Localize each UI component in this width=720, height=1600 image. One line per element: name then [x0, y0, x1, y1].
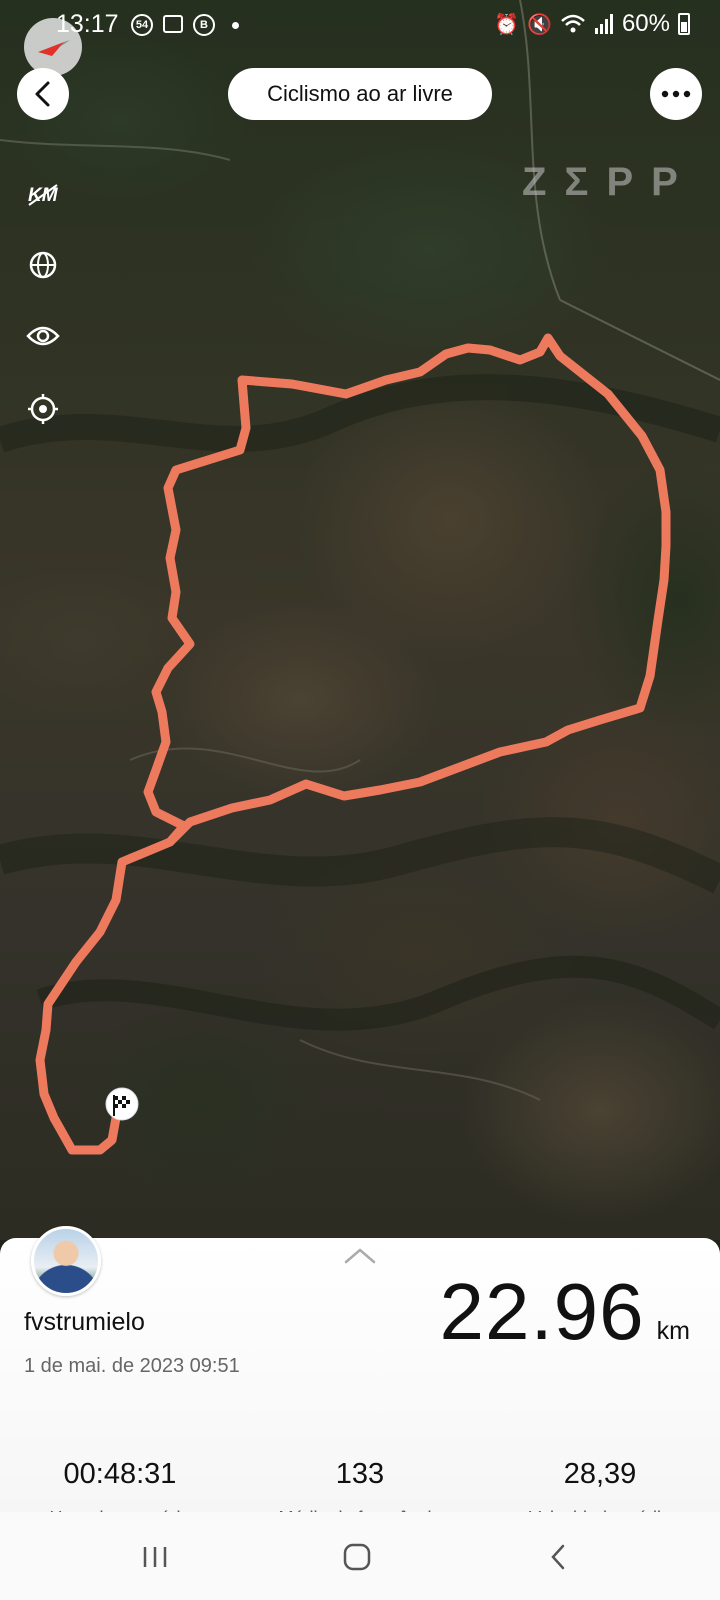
finish-flag-icon[interactable]: [105, 1087, 139, 1121]
eye-icon: [26, 326, 60, 346]
more-notifications-dot: [232, 22, 239, 29]
home-button[interactable]: [332, 1532, 382, 1582]
system-nav-bar: [0, 1512, 720, 1600]
alarm-icon: ⏰: [494, 13, 520, 36]
stats-row: 00:48:31 133 28,39: [0, 1458, 720, 1498]
km-markers-toggle[interactable]: KM: [24, 175, 62, 213]
recent-apps-button[interactable]: [130, 1532, 180, 1582]
locate-icon: [28, 394, 58, 424]
avg-heart-rate-value: 133: [335, 1458, 385, 1490]
status-right: ⏰ 🔇 60%: [494, 10, 690, 38]
avatar[interactable]: [31, 1226, 101, 1296]
wifi-icon: [561, 14, 585, 33]
mute-icon: 🔇: [527, 13, 552, 36]
signal-icon: [594, 14, 613, 34]
globe-icon: [29, 251, 57, 279]
distance-unit: km: [656, 1317, 690, 1345]
status-time: 13:17: [56, 10, 119, 38]
chevron-up-icon[interactable]: [343, 1246, 377, 1266]
distance-display: 22.96 km: [439, 1266, 690, 1358]
locate-button[interactable]: [24, 390, 62, 428]
back-button[interactable]: [17, 68, 69, 120]
zepp-logo: ZΣPP: [522, 160, 696, 204]
map-layer-button[interactable]: [24, 246, 62, 284]
workout-summary-sheet[interactable]: fvstrumielo 1 de mai. de 2023 09:51 22.9…: [0, 1238, 720, 1518]
more-icon: [661, 90, 691, 98]
visibility-button[interactable]: [24, 317, 62, 355]
more-options-button[interactable]: [650, 68, 702, 120]
back-icon: [35, 81, 50, 107]
activity-type-title[interactable]: Ciclismo ao ar livre: [228, 68, 492, 120]
home-icon: [343, 1543, 371, 1571]
username: fvstrumielo: [24, 1308, 145, 1336]
chevron-left-icon: [551, 1544, 565, 1570]
system-back-button[interactable]: [533, 1532, 583, 1582]
avg-speed-value: 28,39: [563, 1458, 637, 1490]
duration-value: 00:48:31: [63, 1458, 177, 1490]
km-icon: KM: [28, 184, 59, 206]
battery-percent: 60%: [621, 10, 670, 37]
distance-value: 22.96: [439, 1267, 645, 1356]
notification-count-badge: 54: [131, 14, 153, 36]
workout-datetime: 1 de mai. de 2023 09:51: [24, 1355, 240, 1377]
battery-icon: [678, 13, 690, 35]
gallery-icon: [163, 15, 183, 33]
recents-icon: [143, 1547, 167, 1567]
status-bar: 13:17 54 B ⏰ 🔇 60%: [0, 0, 720, 52]
b-app-icon: B: [193, 14, 215, 36]
